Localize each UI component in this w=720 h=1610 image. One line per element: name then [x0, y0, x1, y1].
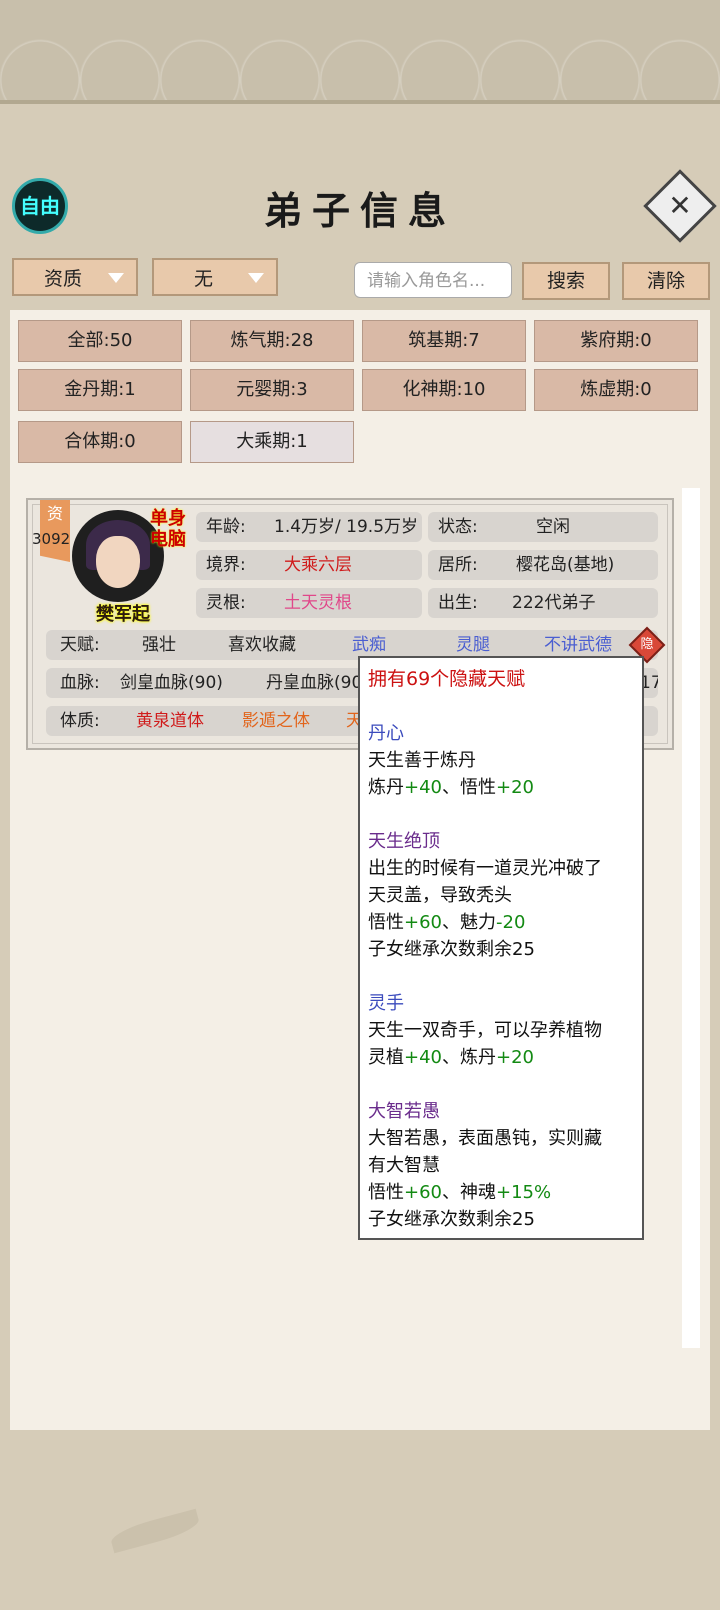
- age-field: 年龄: 1.4万岁/ 19.5万岁: [196, 512, 422, 542]
- residence-label: 居所:: [438, 555, 478, 575]
- realm-chip-dacheng[interactable]: 大乘期:1: [190, 421, 354, 463]
- talent-effects: 炼丹+40、悟性+20: [368, 777, 534, 798]
- constitution-item[interactable]: 黄泉道体: [136, 706, 204, 736]
- constitution-label: 体质:: [60, 711, 100, 731]
- talent-name: 灵手: [368, 993, 404, 1014]
- free-mode-button[interactable]: 自由: [12, 178, 68, 234]
- close-icon: ✕: [668, 189, 692, 222]
- realm-chip-huashen[interactable]: 化神期:10: [362, 369, 526, 411]
- talent-name: 丹心: [368, 723, 404, 744]
- relationship-tag-line1: 单身: [150, 508, 186, 529]
- realm-chip-lianxu[interactable]: 炼虚期:0: [534, 369, 698, 411]
- scrollbar[interactable]: [682, 488, 700, 1348]
- clear-button[interactable]: 清除: [622, 262, 710, 300]
- talent-desc: 有大智慧: [368, 1155, 440, 1176]
- sort-dropdown[interactable]: 资质: [12, 258, 138, 296]
- tooltip-talent: 大智若愚 大智若愚，表面愚钝，实则藏 有大智慧 悟性+60、神魂+15% 子女继…: [368, 1098, 634, 1233]
- bloodline-item[interactable]: 剑皇血脉(90): [120, 668, 223, 698]
- realm-chip-all[interactable]: 全部:50: [18, 320, 182, 362]
- residence-field: 居所: 樱花岛(基地): [428, 550, 658, 580]
- chevron-down-icon: [248, 273, 264, 283]
- realm-chip-lianqi[interactable]: 炼气期:28: [190, 320, 354, 362]
- status-value: 空闲: [536, 517, 570, 537]
- qualification-label: 资: [46, 504, 63, 523]
- disciple-name: 樊军起: [96, 604, 150, 625]
- tooltip-heading: 拥有69个隐藏天赋: [368, 668, 526, 690]
- relationship-tag: 单身 电脑: [150, 508, 186, 550]
- realm-chip-jindan[interactable]: 金丹期:1: [18, 369, 182, 411]
- talent-desc: 出生的时候有一道灵光冲破了: [368, 858, 602, 879]
- talent-inherit: 子女继承次数剩余25: [368, 1209, 535, 1230]
- talent-name: 天生绝顶: [368, 831, 440, 852]
- tooltip-talent: 天生绝顶 出生的时候有一道灵光冲破了 天灵盖，导致秃头 悟性+60、魅力-20 …: [368, 828, 634, 963]
- realm-value: 大乘六层: [284, 555, 352, 575]
- top-banner: [0, 0, 720, 104]
- talent-desc: 天生一双奇手，可以孕养植物: [368, 1020, 602, 1041]
- qualification-value: 3092: [32, 530, 71, 548]
- type-dropdown[interactable]: 无: [152, 258, 278, 296]
- constitution-item[interactable]: 影遁之体: [242, 706, 310, 736]
- talent-desc: 天灵盖，导致秃头: [368, 885, 512, 906]
- root-field: 灵根: 土天灵根: [196, 588, 422, 618]
- talent-desc: 大智若愚，表面愚钝，实则藏: [368, 1128, 602, 1149]
- sort-dropdown-value: 资质: [44, 268, 83, 290]
- talent-item[interactable]: 喜欢收藏: [228, 630, 296, 660]
- realm-chip-zhuji[interactable]: 筑基期:7: [362, 320, 526, 362]
- birth-label: 出生:: [438, 593, 478, 613]
- age-label: 年龄:: [206, 517, 246, 537]
- hidden-talent-tooltip: 拥有69个隐藏天赋 丹心 天生善于炼丹 炼丹+40、悟性+20 天生绝顶 出生的…: [358, 656, 644, 1240]
- bloodline-item[interactable]: 丹皇血脉(90: [266, 668, 362, 698]
- talent-effects: 灵植+40、炼丹+20: [368, 1047, 534, 1068]
- tooltip-talent: 灵手 天生一双奇手，可以孕养植物 灵植+40、炼丹+20: [368, 990, 634, 1071]
- talent-desc: 天生善于炼丹: [368, 750, 476, 771]
- talent-item[interactable]: 强壮: [142, 630, 176, 660]
- bloodline-label: 血脉:: [60, 673, 100, 693]
- birth-field: 出生: 222代弟子: [428, 588, 658, 618]
- root-value: 土天灵根: [284, 593, 352, 613]
- control-tag: 电脑: [150, 529, 186, 550]
- root-label: 灵根:: [206, 593, 246, 613]
- talent-effects: 悟性+60、魅力-20: [368, 912, 526, 933]
- status-label: 状态:: [438, 517, 478, 537]
- talent-inherit: 子女继承次数剩余25: [368, 939, 535, 960]
- talent-effects: 悟性+60、神魂+15%: [368, 1182, 552, 1203]
- age-value: 1.4万岁/ 19.5万岁: [274, 517, 419, 537]
- chevron-down-icon: [108, 273, 124, 283]
- realm-chip-yuanying[interactable]: 元婴期:3: [190, 369, 354, 411]
- realm-chip-heti[interactable]: 合体期:0: [18, 421, 182, 463]
- search-button[interactable]: 搜索: [522, 262, 610, 300]
- search-input[interactable]: 请输入角色名...: [354, 262, 512, 298]
- page-title: 弟子信息: [263, 188, 456, 233]
- talent-name: 大智若愚: [368, 1101, 440, 1122]
- realm-field: 境界: 大乘六层: [196, 550, 422, 580]
- status-field: 状态: 空闲: [428, 512, 658, 542]
- residence-value: 樱花岛(基地): [516, 555, 615, 575]
- hidden-talent-label: 隐: [640, 637, 654, 652]
- type-dropdown-value: 无: [194, 268, 214, 290]
- birth-value: 222代弟子: [512, 593, 596, 613]
- realm-label: 境界:: [206, 555, 246, 575]
- tooltip-talent: 丹心 天生善于炼丹 炼丹+40、悟性+20: [368, 720, 634, 801]
- realm-chip-zifu[interactable]: 紫府期:0: [534, 320, 698, 362]
- talent-label: 天赋:: [60, 635, 100, 655]
